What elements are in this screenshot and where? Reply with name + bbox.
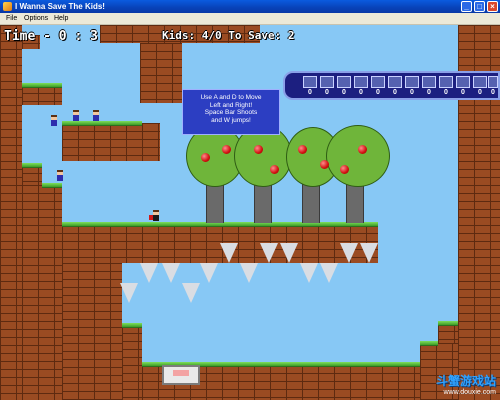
- kid-sprite: [72, 110, 80, 121]
- inventory-count: 0: [325, 89, 329, 96]
- apple: [222, 145, 231, 154]
- inventory-count: 0: [342, 89, 346, 96]
- instructions-panel: Use A and D to Move Left and Right! Spac…: [182, 89, 280, 135]
- instruction-line: Space Bar Shoots: [204, 109, 258, 116]
- menu-bar: File Options Help: [0, 13, 500, 25]
- maximize-button[interactable]: □: [474, 1, 485, 12]
- inventory-bar: 0 0 0 0 0 0 0 0 0 0 0 0: [283, 71, 500, 100]
- brick-platform-kids: [62, 123, 160, 161]
- inventory-count: 0: [410, 89, 414, 96]
- inventory-slot: [488, 76, 498, 88]
- inventory-slot: [354, 76, 368, 88]
- spike: [220, 243, 238, 263]
- spike: [162, 263, 180, 283]
- brick-step-low: [122, 325, 142, 400]
- spike: [182, 283, 200, 303]
- apple: [270, 165, 279, 174]
- kid-sprite: [92, 110, 100, 121]
- spike: [200, 263, 218, 283]
- apple: [320, 160, 329, 169]
- inventory-slot: [422, 76, 436, 88]
- inventory-slot: [405, 76, 419, 88]
- grass-step-low: [122, 323, 142, 328]
- brick-main-support: [62, 263, 122, 400]
- inventory-slot: [456, 76, 470, 88]
- spike: [340, 243, 358, 263]
- inventory-count: 0: [491, 89, 495, 96]
- save-point: [162, 365, 200, 385]
- watermark-url: www.douxie.com: [443, 389, 496, 396]
- grass-step: [22, 163, 42, 168]
- menu-options[interactable]: Options: [22, 13, 50, 25]
- kid-sprite: [50, 115, 58, 126]
- apple: [254, 145, 263, 154]
- close-button[interactable]: ×: [487, 1, 498, 12]
- brick-wall-left: [0, 25, 22, 400]
- apple: [298, 145, 307, 154]
- game-viewport[interactable]: Time - 0 : 3 Kids: 4/0 To Save: 2 Use A …: [0, 25, 500, 400]
- apple: [358, 145, 367, 154]
- title-bar[interactable]: I Wanna Save The Kids! _ □ ×: [0, 0, 500, 13]
- spike: [140, 263, 158, 283]
- kid-sprite: [56, 170, 64, 181]
- window-title: I Wanna Save The Kids!: [15, 2, 105, 11]
- apple-tree: [326, 125, 390, 187]
- spike: [320, 263, 338, 283]
- player-character: [149, 210, 160, 221]
- instruction-line: and W jumps!: [211, 116, 251, 124]
- spike: [120, 283, 138, 303]
- app-icon: [3, 2, 12, 11]
- watermark: 斗蟹游戏站 www.douxie.com: [436, 372, 496, 396]
- spike: [260, 243, 278, 263]
- spike: [300, 263, 318, 283]
- grass-platform-kids: [62, 121, 142, 126]
- brick-lower-left: [22, 185, 62, 400]
- instruction-line: Use A and D to Move: [200, 94, 262, 101]
- spike: [240, 263, 258, 283]
- watermark-brand: 斗蟹游戏站: [435, 374, 496, 388]
- inventory-slot: [337, 76, 351, 88]
- grass-lower-left: [42, 183, 62, 188]
- inventory-slot: [473, 76, 487, 88]
- inventory-slot: [371, 76, 385, 88]
- grass-right-step: [420, 341, 438, 346]
- inventory-count: 0: [478, 89, 482, 96]
- apple: [340, 165, 349, 174]
- inventory-slot: [388, 76, 402, 88]
- kids-counter: Kids: 4/0 To Save: 2: [162, 29, 295, 42]
- inventory-count: 0: [444, 89, 448, 96]
- menu-help[interactable]: Help: [52, 13, 70, 25]
- spike: [280, 243, 298, 263]
- brick-ledge: [22, 85, 62, 105]
- menu-file[interactable]: File: [4, 13, 19, 25]
- grass-right-step-high: [438, 321, 458, 326]
- spike: [360, 243, 378, 263]
- inventory-count: 0: [308, 89, 312, 96]
- inventory-count: 0: [376, 89, 380, 96]
- inventory-count: 0: [393, 89, 397, 96]
- brick-pillar: [140, 43, 182, 103]
- time-counter: Time - 0 : 3: [4, 29, 98, 44]
- inventory-slot: [320, 76, 334, 88]
- brick-right-step-high: [438, 323, 458, 343]
- grass-ledge: [22, 83, 62, 88]
- inventory-count: 0: [359, 89, 363, 96]
- instruction-line: Left and Right!: [209, 101, 253, 109]
- minimize-button[interactable]: _: [461, 1, 472, 12]
- apple: [201, 153, 210, 162]
- inventory-slot: [439, 76, 453, 88]
- inventory-slot: [303, 76, 317, 88]
- inventory-count: 0: [427, 89, 431, 96]
- inventory-count: 0: [461, 89, 465, 96]
